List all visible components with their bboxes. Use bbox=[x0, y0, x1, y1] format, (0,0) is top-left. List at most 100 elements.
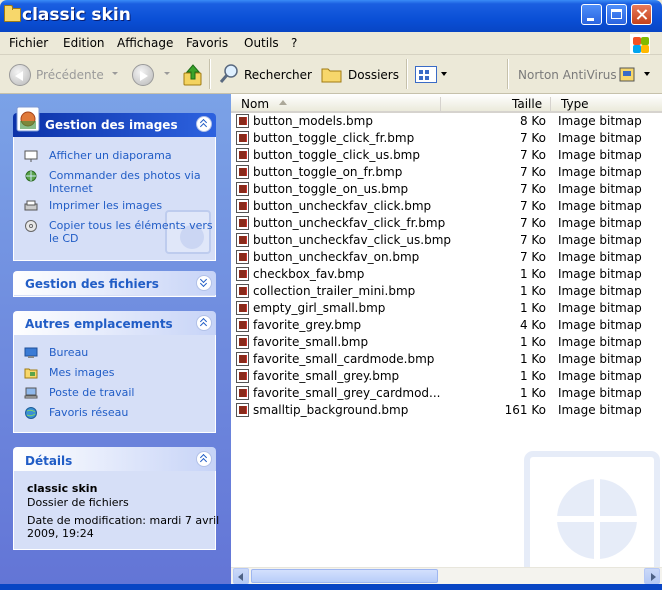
file-name[interactable]: button_uncheckfav_on.bmp bbox=[253, 250, 419, 264]
column-divider[interactable] bbox=[440, 97, 441, 111]
table-row[interactable]: favorite_small_cardmode.bmp 1 Ko Image bit… bbox=[231, 351, 662, 368]
column-name[interactable]: Nom bbox=[241, 97, 269, 111]
table-row[interactable]: favorite_grey.bmp 4 Ko Image bitmap bbox=[231, 317, 662, 334]
scroll-thumb[interactable] bbox=[251, 569, 438, 583]
menu-affichage[interactable]: Affichage bbox=[117, 36, 173, 50]
file-name[interactable]: button_toggle_on_fr.bmp bbox=[253, 165, 402, 179]
search-button-label[interactable]: Rechercher bbox=[244, 68, 312, 82]
collapse-chevron-icon[interactable] bbox=[196, 315, 212, 331]
bitmap-file-icon bbox=[236, 335, 249, 349]
collapse-chevron-icon[interactable] bbox=[196, 116, 212, 132]
views-dropdown-icon[interactable] bbox=[441, 72, 447, 76]
bitmap-file-icon bbox=[236, 284, 249, 298]
file-name[interactable]: empty_girl_small.bmp bbox=[253, 301, 385, 315]
expand-chevron-icon[interactable] bbox=[196, 275, 212, 291]
folders-icon[interactable] bbox=[321, 66, 343, 83]
file-name[interactable]: button_uncheckfav_click_us.bmp bbox=[253, 233, 451, 247]
menu-edition[interactable]: Edition bbox=[63, 36, 105, 50]
file-name[interactable]: button_models.bmp bbox=[253, 114, 373, 128]
file-name[interactable]: favorite_grey.bmp bbox=[253, 318, 361, 332]
table-row[interactable]: button_toggle_click_fr.bmp 7 Ko Image bitm… bbox=[231, 130, 662, 147]
file-size: 7 Ko bbox=[519, 233, 546, 247]
forward-dropdown-icon[interactable] bbox=[164, 72, 170, 75]
toolbar-separator bbox=[507, 59, 509, 89]
menu-favoris[interactable]: Favoris bbox=[186, 36, 228, 50]
image-tasks-header[interactable]: Gestion des images bbox=[13, 106, 216, 137]
table-row[interactable]: smalltip_background.bmp 161 Ko Image bitma… bbox=[231, 402, 662, 419]
file-tasks-title: Gestion des fichiers bbox=[25, 277, 159, 291]
maximize-button[interactable] bbox=[606, 4, 627, 25]
file-size: 1 Ko bbox=[519, 352, 546, 366]
views-icon[interactable] bbox=[415, 66, 437, 83]
folders-button-label[interactable]: Dossiers bbox=[348, 68, 399, 82]
table-row[interactable]: favorite_small_grey.bmp 1 Ko Image bitmap bbox=[231, 368, 662, 385]
norton-label[interactable]: Norton AntiVirus bbox=[518, 68, 617, 82]
minimize-button[interactable] bbox=[581, 4, 602, 25]
table-row[interactable]: button_uncheckfav_click_fr.bmp 7 Ko Image … bbox=[231, 215, 662, 232]
table-row[interactable]: button_toggle_on_fr.bmp 7 Ko Image bitmap bbox=[231, 164, 662, 181]
column-size[interactable]: Taille bbox=[512, 97, 542, 111]
file-name[interactable]: checkbox_fav.bmp bbox=[253, 267, 364, 281]
column-divider[interactable] bbox=[550, 97, 551, 111]
table-row[interactable]: favorite_small_grey_cardmod... 1 Ko Image … bbox=[231, 385, 662, 402]
forward-arrow-icon[interactable] bbox=[132, 64, 154, 86]
table-row[interactable]: button_uncheckfav_on.bmp 7 Ko Image bitmap bbox=[231, 249, 662, 266]
other-places-header[interactable]: Autres emplacements bbox=[13, 311, 216, 335]
table-row[interactable]: button_uncheckfav_click_us.bmp 7 Ko Image … bbox=[231, 232, 662, 249]
image-tasks-watermark-icon bbox=[165, 210, 211, 254]
file-name[interactable]: button_uncheckfav_click_fr.bmp bbox=[253, 216, 445, 230]
column-type[interactable]: Type bbox=[561, 97, 589, 111]
folder-up-icon[interactable] bbox=[183, 63, 203, 87]
file-name[interactable]: favorite_small_grey_cardmod... bbox=[253, 386, 441, 400]
bitmap-file-icon bbox=[236, 301, 249, 315]
file-type: Image bitmap bbox=[558, 233, 642, 247]
back-arrow-icon[interactable] bbox=[9, 64, 31, 86]
file-size: 1 Ko bbox=[519, 267, 546, 281]
file-name[interactable]: button_toggle_click_fr.bmp bbox=[253, 131, 414, 145]
table-row[interactable]: favorite_small.bmp 1 Ko Image bitmap bbox=[231, 334, 662, 351]
table-row[interactable]: button_toggle_click_us.bmp 7 Ko Image bitm… bbox=[231, 147, 662, 164]
table-row[interactable]: empty_girl_small.bmp 1 Ko Image bitmap bbox=[231, 300, 662, 317]
file-name[interactable]: button_uncheckfav_click.bmp bbox=[253, 199, 431, 213]
table-row[interactable]: collection_trailer_mini.bmp 1 Ko Image bit… bbox=[231, 283, 662, 300]
file-list[interactable]: Nom Taille Type button_models.bmp 8 Ko Ima… bbox=[231, 94, 662, 584]
table-row[interactable]: button_uncheckfav_click.bmp 7 Ko Image bit… bbox=[231, 198, 662, 215]
scroll-left-icon[interactable] bbox=[233, 568, 249, 584]
back-button-label[interactable]: Précédente bbox=[36, 68, 104, 82]
file-name[interactable]: collection_trailer_mini.bmp bbox=[253, 284, 415, 298]
folder-icon bbox=[4, 5, 21, 22]
title-bar[interactable]: classic skin bbox=[0, 0, 662, 32]
bitmap-file-icon bbox=[236, 233, 249, 247]
file-name[interactable]: favorite_small_grey.bmp bbox=[253, 369, 399, 383]
bitmap-file-icon bbox=[236, 114, 249, 128]
back-dropdown-icon[interactable] bbox=[112, 72, 118, 75]
file-name[interactable]: button_toggle_on_us.bmp bbox=[253, 182, 408, 196]
scroll-right-icon[interactable] bbox=[644, 568, 660, 584]
menu-outils[interactable]: Outils bbox=[244, 36, 279, 50]
file-type: Image bitmap bbox=[558, 403, 642, 417]
file-name[interactable]: favorite_small.bmp bbox=[253, 335, 368, 349]
file-name[interactable]: favorite_small_cardmode.bmp bbox=[253, 352, 434, 366]
horizontal-scrollbar[interactable] bbox=[231, 567, 662, 585]
table-row[interactable]: button_models.bmp 8 Ko Image bitmap bbox=[231, 113, 662, 130]
file-name[interactable]: smalltip_background.bmp bbox=[253, 403, 408, 417]
norton-antivirus-icon[interactable] bbox=[619, 67, 635, 82]
menu-help[interactable]: ? bbox=[291, 36, 297, 50]
table-row[interactable]: button_toggle_on_us.bmp 7 Ko Image bitmap bbox=[231, 181, 662, 198]
search-icon[interactable] bbox=[219, 64, 239, 84]
table-row[interactable]: checkbox_fav.bmp 1 Ko Image bitmap bbox=[231, 266, 662, 283]
order-photos-icon bbox=[25, 170, 37, 182]
norton-dropdown-icon[interactable] bbox=[644, 72, 650, 76]
details-header[interactable]: Détails bbox=[13, 447, 216, 471]
file-name[interactable]: button_toggle_click_us.bmp bbox=[253, 148, 420, 162]
bitmap-file-icon bbox=[236, 369, 249, 383]
menu-fichier[interactable]: Fichier bbox=[9, 36, 48, 50]
file-type: Image bitmap bbox=[558, 199, 642, 213]
file-type: Image bitmap bbox=[558, 216, 642, 230]
file-type: Image bitmap bbox=[558, 148, 642, 162]
file-size: 8 Ko bbox=[519, 114, 546, 128]
network-icon bbox=[25, 407, 37, 419]
collapse-chevron-icon[interactable] bbox=[196, 451, 212, 467]
file-tasks-header[interactable]: Gestion des fichiers bbox=[13, 271, 216, 295]
close-button[interactable] bbox=[631, 4, 652, 25]
